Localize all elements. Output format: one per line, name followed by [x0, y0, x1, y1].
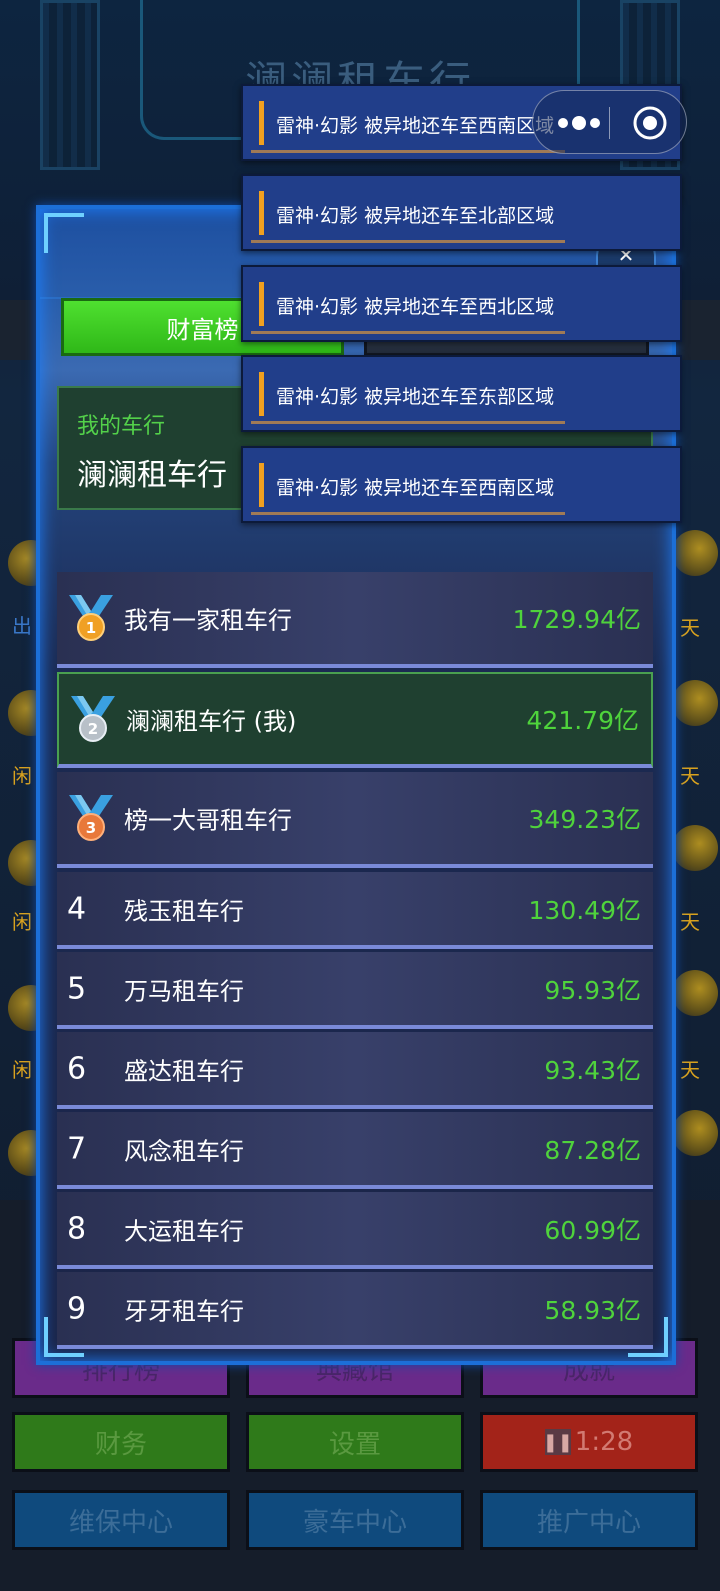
pause-icon: ❚❚	[543, 1429, 573, 1455]
notification-toast: 雷神·幻影 被异地还车至西南区域	[241, 446, 682, 523]
toast-accent-bar	[259, 372, 264, 416]
toast-message: 雷神·幻影 被异地还车至东部区域	[276, 386, 555, 408]
ranking-name: 盛达租车行	[124, 1057, 244, 1085]
maintenance-center-button[interactable]: 维保中心	[12, 1490, 230, 1550]
ranking-row[interactable]: 6 盛达租车行 93.43亿	[57, 1032, 653, 1109]
toast-timer-bar	[251, 150, 565, 153]
car-days-label: 天	[680, 1058, 700, 1082]
car-days-label: 天	[680, 616, 700, 640]
car-icon	[672, 970, 718, 1016]
ranking-name: 榜一大哥租车行	[124, 806, 292, 835]
toast-accent-bar	[259, 101, 264, 145]
car-days-label: 天	[680, 910, 700, 934]
svg-text:1: 1	[86, 619, 96, 637]
ranking-value: 421.79亿	[526, 706, 639, 735]
ranking-value: 87.28亿	[544, 1135, 641, 1165]
ranking-row[interactable]: 7 风念租车行 87.28亿	[57, 1112, 653, 1189]
toast-timer-bar	[251, 240, 565, 243]
ranking-name: 风念租车行	[124, 1137, 244, 1165]
ranking-number: 6	[67, 1051, 87, 1086]
ranking-value: 93.43亿	[544, 1055, 641, 1085]
ranking-number: 5	[67, 971, 87, 1006]
my-shop-label: 我的车行	[77, 414, 166, 439]
ranking-row[interactable]: 3 榜一大哥租车行 349.23亿	[57, 772, 653, 868]
car-icon	[672, 825, 718, 871]
car-icon	[672, 1110, 718, 1156]
car-days-label: 天	[680, 764, 700, 788]
luxury-car-center-button[interactable]: 豪车中心	[246, 1490, 464, 1550]
car-icon	[672, 680, 718, 726]
more-icon[interactable]	[553, 113, 613, 133]
ranking-name: 牙牙租车行	[124, 1297, 244, 1325]
ranking-number: 7	[67, 1131, 87, 1166]
toast-message: 雷神·幻影 被异地还车至西南区域	[276, 115, 555, 137]
car-status-label: 出	[12, 614, 32, 638]
car-icon	[672, 530, 718, 576]
toast-timer-bar	[251, 512, 565, 515]
ranking-name: 我有一家租车行	[124, 606, 292, 635]
miniprogram-capsule	[532, 90, 687, 154]
ranking-row[interactable]: 1 我有一家租车行 1729.94亿	[57, 572, 653, 668]
promotion-center-button[interactable]: 推广中心	[480, 1490, 698, 1550]
ranking-value: 1729.94亿	[512, 605, 641, 634]
ranking-row[interactable]: 4 残玉租车行 130.49亿	[57, 872, 653, 949]
car-status-label: 闲	[12, 910, 32, 934]
bronze-medal-icon: 3	[69, 795, 113, 841]
toast-message: 雷神·幻影 被异地还车至西北区域	[276, 296, 555, 318]
car-status-label: 闲	[12, 764, 32, 788]
ranking-number: 9	[67, 1291, 87, 1326]
my-shop-name: 澜澜租车行	[77, 458, 227, 493]
close-miniprogram-icon[interactable]	[632, 105, 668, 141]
settings-button[interactable]: 设置	[246, 1412, 464, 1472]
svg-text:2: 2	[88, 720, 98, 738]
ranking-name: 残玉租车行	[124, 897, 244, 925]
ranking-row[interactable]: 5 万马租车行 95.93亿	[57, 952, 653, 1029]
ranking-value: 349.23亿	[528, 805, 641, 834]
svg-text:3: 3	[86, 819, 96, 837]
timer-value: 1:28	[574, 1427, 634, 1457]
silver-medal-icon: 2	[71, 696, 115, 742]
ranking-number: 4	[67, 891, 87, 926]
ranking-value: 130.49亿	[528, 895, 641, 925]
ranking-name: 澜澜租车行 (我)	[126, 707, 297, 736]
notification-toast: 雷神·幻影 被异地还车至北部区域	[241, 174, 682, 251]
toast-message: 雷神·幻影 被异地还车至北部区域	[276, 205, 555, 227]
toast-message: 雷神·幻影 被异地还车至西南区域	[276, 477, 555, 499]
ranking-name: 大运租车行	[124, 1217, 244, 1245]
notification-toast: 雷神·幻影 被异地还车至东部区域	[241, 355, 682, 432]
ranking-value: 95.93亿	[544, 975, 641, 1005]
notification-toast: 雷神·幻影 被异地还车至西北区域	[241, 265, 682, 342]
ranking-row[interactable]: 9 牙牙租车行 58.93亿	[57, 1272, 653, 1349]
ranking-name: 万马租车行	[124, 977, 244, 1005]
gold-medal-icon: 1	[69, 595, 113, 641]
finance-button[interactable]: 财务	[12, 1412, 230, 1472]
ranking-value: 58.93亿	[544, 1295, 641, 1325]
frame-corner	[44, 213, 84, 253]
timer-button[interactable]: ❚❚ 1:28	[480, 1412, 698, 1472]
toast-timer-bar	[251, 331, 565, 334]
ranking-row-mine[interactable]: 2 澜澜租车行 (我) 421.79亿	[57, 672, 653, 768]
ranking-number: 8	[67, 1211, 87, 1246]
toast-accent-bar	[259, 463, 264, 507]
ranking-value: 60.99亿	[544, 1215, 641, 1245]
toast-accent-bar	[259, 191, 264, 235]
toast-accent-bar	[259, 282, 264, 326]
ranking-row[interactable]: 8 大运租车行 60.99亿	[57, 1192, 653, 1269]
car-status-label: 闲	[12, 1058, 32, 1082]
toast-timer-bar	[251, 421, 565, 424]
